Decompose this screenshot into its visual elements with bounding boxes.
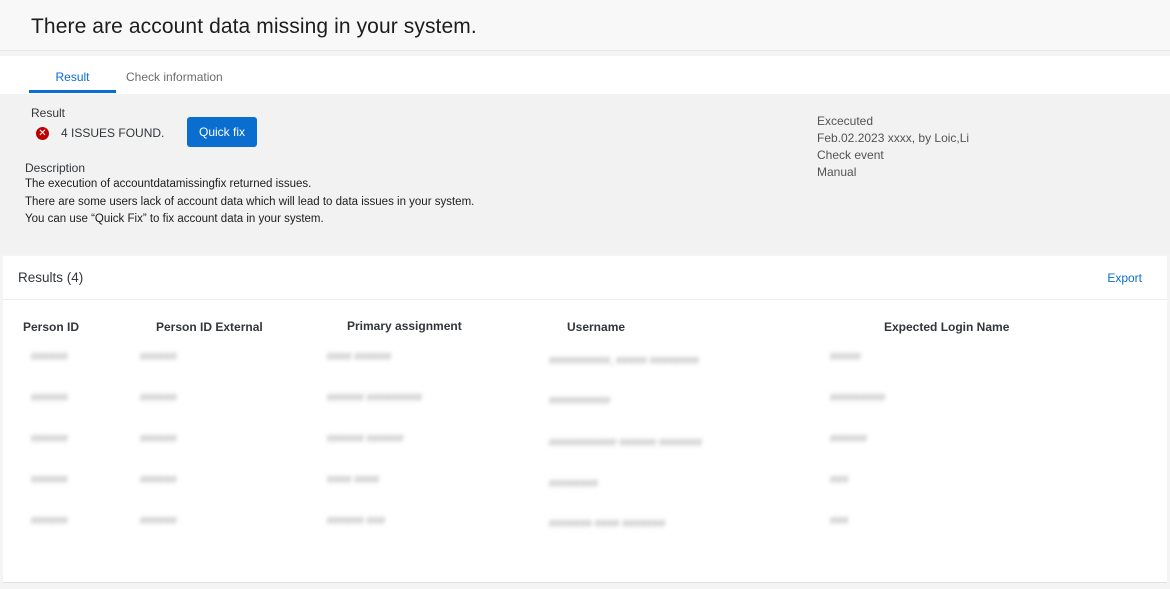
cell-username: ##########, ##### ######## (549, 355, 699, 367)
executed-label: Excecuted (817, 114, 874, 128)
cell-person-id: ###### (31, 515, 68, 527)
cell-expected-login-name: ######### (830, 392, 886, 404)
table-row[interactable]: ###### ###### ###### ###### ########### … (3, 433, 1167, 473)
table-row[interactable]: ###### ###### #### ###### ##########, ##… (3, 351, 1167, 391)
cell-username: ####### #### ####### (549, 518, 666, 530)
tab-result[interactable]: Result (29, 56, 116, 94)
description-line: You can use “Quick Fix” to fix account d… (25, 213, 324, 225)
results-header: Results (4) Export (3, 256, 1167, 300)
table-row[interactable]: ###### ###### ###### ######### #########… (3, 392, 1167, 432)
cell-person-id: ###### (31, 433, 68, 445)
cell-username: ########### ###### ####### (549, 437, 702, 449)
page-title: There are account data missing in your s… (31, 15, 477, 38)
cell-person-id-external: ###### (140, 515, 177, 527)
tab-check-information[interactable]: Check information (126, 56, 223, 94)
table-row[interactable]: ###### ###### ###### ### ####### #### ##… (3, 515, 1167, 555)
column-header-person-id-external[interactable]: Person ID External (156, 320, 263, 334)
cell-primary-assignment: #### #### (327, 474, 379, 486)
cell-primary-assignment: ###### ###### (327, 433, 404, 445)
table-row[interactable]: ###### ###### #### #### ######## ### (3, 474, 1167, 514)
cell-username: ######## (549, 478, 598, 490)
cell-primary-assignment: ###### ### (327, 515, 386, 527)
cell-primary-assignment: #### ###### (327, 351, 392, 363)
error-circle-icon: ✕ (36, 127, 49, 140)
column-header-username[interactable]: Username (567, 320, 625, 334)
export-link[interactable]: Export (1107, 271, 1142, 285)
executed-value: Feb.02.2023 xxxx, by Loic,Li (817, 131, 970, 145)
cell-expected-login-name: ### (830, 474, 849, 486)
cell-person-id-external: ###### (140, 351, 177, 363)
results-panel: Results (4) Export Person ID Person ID E… (3, 256, 1167, 583)
result-label: Result (31, 106, 66, 120)
cell-person-id-external: ###### (140, 392, 177, 404)
column-header-primary-assignment[interactable]: Primary assignment (347, 319, 462, 333)
check-event-label: Check event (817, 148, 884, 162)
issues-found-text: 4 ISSUES FOUND. (61, 126, 165, 140)
cell-person-id: ###### (31, 474, 68, 486)
cell-expected-login-name: ##### (830, 351, 861, 363)
check-event-value: Manual (817, 165, 857, 179)
page-header: There are account data missing in your s… (0, 0, 1170, 51)
cell-expected-login-name: ###### (830, 433, 867, 445)
cell-person-id: ###### (31, 392, 68, 404)
description-line: There are some users lack of account dat… (25, 196, 475, 208)
result-summary: Result ✕ 4 ISSUES FOUND. Quick fix Descr… (0, 94, 1170, 255)
cell-primary-assignment: ###### ######### (327, 392, 422, 404)
tab-bar: Result Check information (0, 56, 1170, 94)
column-header-person-id[interactable]: Person ID (23, 320, 79, 334)
cell-expected-login-name: ### (830, 515, 849, 527)
column-header-expected-login-name[interactable]: Expected Login Name (884, 320, 1009, 334)
cell-person-id-external: ###### (140, 433, 177, 445)
cell-person-id: ###### (31, 351, 68, 363)
quick-fix-button[interactable]: Quick fix (187, 117, 257, 147)
cell-person-id-external: ###### (140, 474, 177, 486)
description-label: Description (25, 161, 86, 175)
results-title: Results (4) (18, 270, 84, 285)
description-line: The execution of accountdatamissingfix r… (25, 178, 312, 190)
cell-username: ########## (549, 395, 611, 407)
